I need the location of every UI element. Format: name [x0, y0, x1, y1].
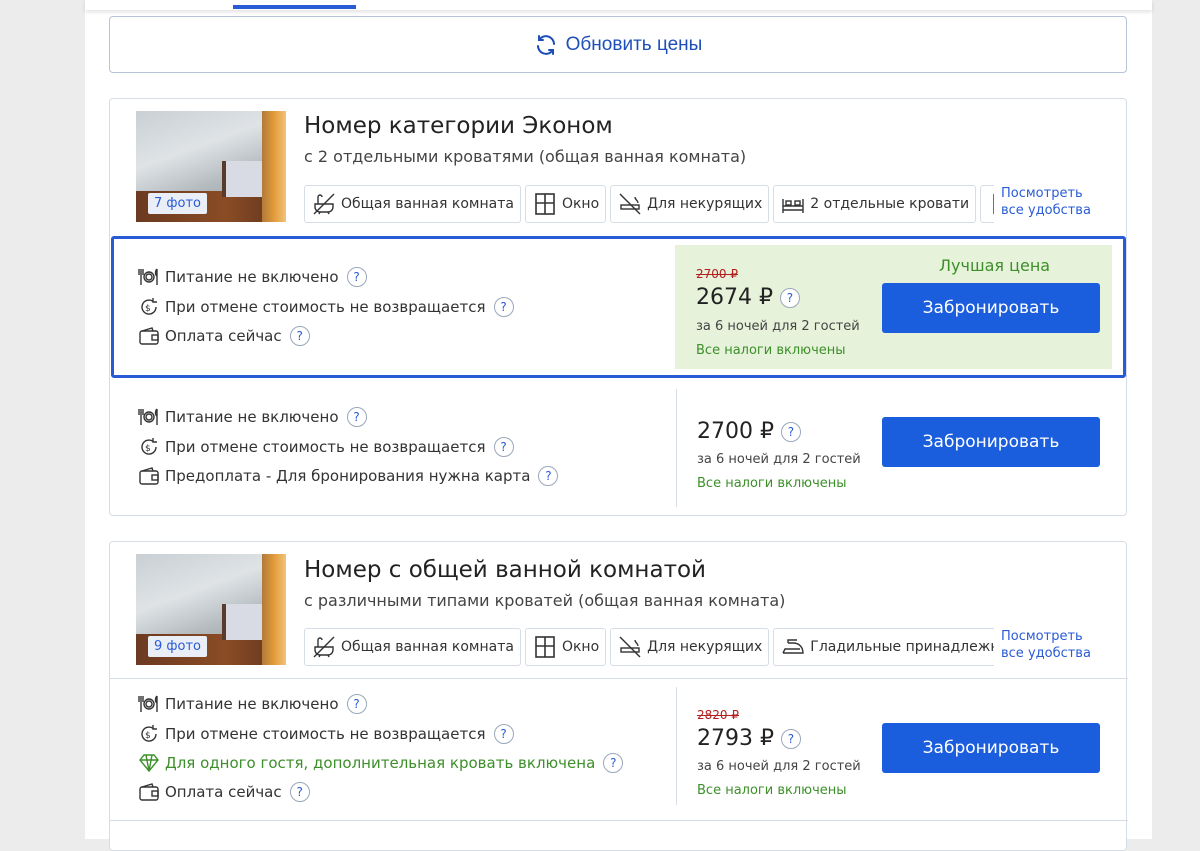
window-icon — [535, 636, 555, 658]
cutlery-icon — [138, 695, 158, 712]
rate-cancellation: $ При отмене стоимость не возвращается? — [138, 723, 514, 745]
beds-icon — [782, 199, 804, 213]
cutlery-icon — [138, 408, 158, 425]
rate-cancellation: $ При отмене стоимость не возвращается? — [138, 436, 514, 458]
help-icon[interactable]: ? — [780, 421, 801, 442]
stay-details: за 6 ночей для 2 гостей — [697, 759, 861, 774]
help-icon[interactable]: ? — [493, 724, 514, 744]
see-all-amenities-link[interactable]: Посмотреть все удобства — [1001, 185, 1091, 219]
stay-details: за 6 ночей для 2 гостей — [696, 319, 860, 334]
svg-text:$: $ — [145, 731, 151, 741]
see-all-amenities-link[interactable]: Посмотреть все удобства — [1001, 628, 1091, 662]
book-button[interactable]: Забронировать — [882, 417, 1100, 467]
help-icon[interactable]: ? — [346, 694, 367, 714]
rate-cancellation: $ При отмене стоимость не возвращается? — [138, 296, 514, 318]
rate-meal: Питание не включено? — [138, 693, 367, 715]
amenity-shared-bathroom: Общая ванная комната — [304, 628, 521, 666]
svg-text:$: $ — [145, 304, 151, 314]
amenity-window: Окно — [524, 185, 607, 223]
room-photo[interactable]: 7 фото — [136, 111, 286, 222]
wallet-icon — [139, 327, 159, 345]
photo-count-badge[interactable]: 7 фото — [148, 193, 207, 214]
wallet-icon — [139, 783, 159, 801]
room-subtitle: с 2 отдельными кроватями (общая ванная к… — [304, 147, 747, 166]
help-icon[interactable]: ? — [538, 466, 559, 486]
help-icon[interactable]: ? — [289, 326, 310, 346]
stay-details: за 6 ночей для 2 гостей — [697, 452, 861, 467]
help-icon[interactable]: ? — [346, 267, 367, 287]
amenity-shared-bathroom: Общая ванная комната — [304, 185, 521, 223]
help-icon[interactable]: ? — [493, 297, 514, 317]
help-icon[interactable]: ? — [346, 407, 367, 427]
help-icon[interactable]: ? — [289, 782, 310, 802]
help-icon[interactable]: ? — [493, 437, 514, 457]
photo-count-badge[interactable]: 9 фото — [148, 636, 207, 657]
amenities-list: Общая ванная комната Окно Для некурящих … — [304, 185, 994, 223]
cutlery-icon — [138, 268, 158, 285]
book-button[interactable]: Забронировать — [882, 283, 1100, 333]
amenities-list: Общая ванная комната Окно Для некурящих … — [304, 628, 994, 666]
current-price: 2700 ₽? — [697, 419, 801, 444]
rate-extra-bed: Для одного гостя, дополнительная кровать… — [138, 752, 624, 774]
current-price: 2674 ₽? — [696, 285, 800, 310]
room-title: Номер категории Эконом — [304, 113, 613, 139]
wallet-icon — [139, 467, 159, 485]
amenity-ironing: Гладильные принадлежности — [773, 628, 994, 666]
old-price: 2820 ₽ — [697, 708, 739, 722]
rate-payment: Оплата сейчас? — [138, 781, 310, 803]
taxes-included: Все налоги включены — [697, 783, 847, 798]
old-price: 2700 ₽ — [696, 267, 738, 281]
help-icon[interactable]: ? — [780, 728, 801, 749]
amenity-window: Окно — [524, 628, 607, 666]
fridge-icon — [993, 193, 994, 215]
amenity-non-smoking: Для некурящих — [610, 628, 770, 666]
taxes-included: Все налоги включены — [696, 343, 846, 358]
help-icon[interactable]: ? — [603, 753, 624, 773]
room-title: Номер с общей ванной комнатой — [304, 557, 706, 583]
active-tab-indicator — [233, 5, 356, 9]
no-smoking-icon — [619, 193, 641, 215]
room-photo[interactable]: 9 фото — [136, 554, 286, 665]
iron-icon — [782, 639, 804, 654]
refresh-icon — [536, 34, 555, 55]
amenity-twin-beds: 2 отдельные кровати — [773, 185, 977, 223]
room-subtitle: с различными типами кроватей (общая ванн… — [304, 591, 786, 610]
rate-payment: Предоплата - Для бронирования нужна карт… — [138, 465, 559, 487]
taxes-included: Все налоги включены — [697, 476, 847, 491]
room-card-economy: 7 фото Номер категории Эконом с 2 отдель… — [109, 98, 1127, 516]
bathtub-icon — [313, 193, 335, 215]
best-price-label: Лучшая цена — [939, 256, 1051, 275]
non-refundable-icon: $ — [141, 438, 157, 455]
rate-option-best: Питание не включено? $ При отмене стоимо… — [111, 236, 1126, 378]
non-refundable-icon: $ — [141, 725, 157, 742]
diamond-icon — [139, 754, 159, 773]
amenity-fridge: Хо — [980, 185, 994, 223]
help-icon[interactable]: ? — [779, 287, 800, 308]
svg-text:$: $ — [145, 444, 151, 454]
best-price-box: 2700 ₽ 2674 ₽? за 6 ночей для 2 гостей В… — [675, 245, 1112, 369]
bathtub-icon — [313, 636, 335, 658]
room-card-shared-bath: 9 фото Номер с общей ванной комнатой с р… — [109, 541, 1128, 851]
current-price: 2793 ₽? — [697, 726, 801, 751]
rate-payment: Оплата сейчас? — [138, 325, 310, 347]
amenity-non-smoking: Для некурящих — [610, 185, 770, 223]
rate-meal: Питание не включено? — [138, 406, 367, 428]
non-refundable-icon: $ — [141, 298, 157, 315]
book-button[interactable]: Забронировать — [882, 723, 1100, 773]
no-smoking-icon — [619, 636, 641, 658]
window-icon — [535, 193, 555, 215]
refresh-prices-label: Обновить цены — [565, 33, 703, 55]
rate-meal: Питание не включено? — [138, 266, 367, 288]
refresh-prices-button[interactable]: Обновить цены — [109, 16, 1127, 73]
